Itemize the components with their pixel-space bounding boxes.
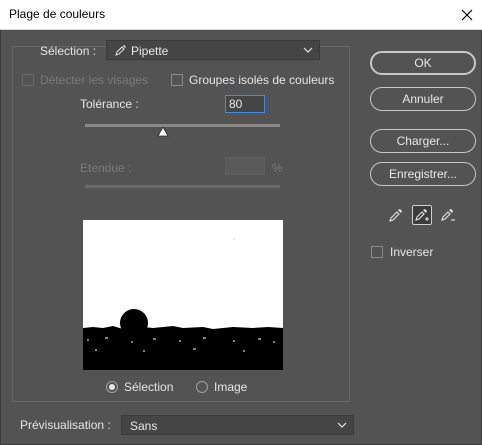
detect-faces-label: Détecter les visages: [40, 73, 149, 87]
selection-value: Pipette: [131, 44, 169, 58]
save-button[interactable]: Enregistrer...: [370, 162, 476, 186]
eyedropper-subtract-tool[interactable]: [438, 205, 458, 225]
preview-dropdown[interactable]: Sans: [121, 415, 354, 435]
preview-mask: [83, 220, 283, 370]
selection-dropdown[interactable]: Pipette: [106, 40, 320, 60]
ok-button[interactable]: OK: [370, 51, 476, 75]
detect-faces-checkbox[interactable]: [22, 74, 34, 86]
invert-label: Inverser: [390, 245, 434, 259]
window-title: Plage de couleurs: [9, 7, 106, 21]
radio-image[interactable]: [196, 381, 208, 393]
title-bar: Plage de couleurs: [0, 0, 482, 30]
close-icon: [461, 9, 473, 21]
range-input[interactable]: [225, 157, 265, 175]
preview-label: Prévisualisation :: [20, 418, 111, 432]
range-unit: %: [272, 161, 283, 175]
radio-selection[interactable]: [106, 381, 118, 393]
tolerance-input[interactable]: 80: [225, 95, 265, 113]
eyedropper-tool[interactable]: [386, 205, 406, 225]
eyedropper-icon: [389, 209, 402, 222]
selection-preview: [83, 220, 283, 370]
invert-checkbox[interactable]: [371, 246, 383, 258]
close-button[interactable]: [452, 0, 482, 30]
localized-clusters-checkbox[interactable]: [171, 74, 183, 86]
selection-label: Sélection :: [40, 44, 97, 58]
eyedropper-minus-icon: [441, 209, 455, 221]
range-label: Etendue :: [80, 161, 132, 175]
load-button[interactable]: Charger...: [370, 129, 476, 153]
chevron-down-icon: [303, 47, 313, 53]
radio-image-label: Image: [214, 380, 248, 394]
preview-value: Sans: [130, 419, 158, 433]
eyedropper-plus-icon: [415, 209, 429, 221]
tolerance-slider-track[interactable]: [85, 124, 280, 127]
cancel-button[interactable]: Annuler: [370, 87, 476, 111]
localized-clusters-label: Groupes isolés de couleurs: [189, 73, 335, 87]
tolerance-slider-thumb[interactable]: [157, 127, 169, 137]
eyedropper-add-tool[interactable]: [412, 205, 432, 225]
eyedropper-icon: [115, 45, 126, 56]
tolerance-label: Tolérance :: [80, 97, 139, 111]
radio-selection-label: Sélection: [124, 380, 174, 394]
chevron-down-icon: [337, 422, 347, 428]
range-slider-track[interactable]: [85, 185, 280, 188]
